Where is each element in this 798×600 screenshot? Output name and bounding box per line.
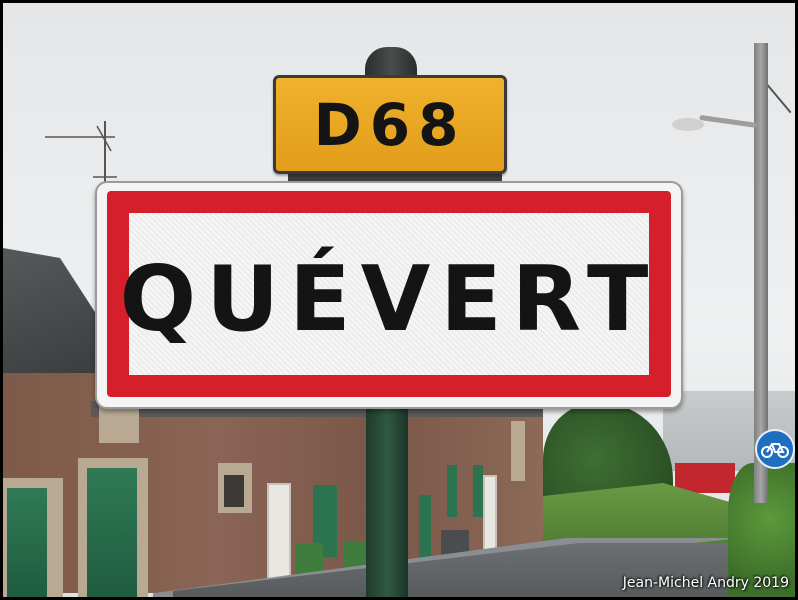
green-shutter	[419, 495, 431, 557]
cycle-route-sign	[755, 429, 795, 469]
street-lamp	[672, 118, 704, 131]
town-sign-border: QUÉVERT	[107, 191, 671, 397]
photo-scene: D68 QUÉVERT Jean-Michel Andry 2019	[3, 3, 795, 597]
window	[224, 475, 244, 507]
red-building	[675, 463, 735, 493]
photo-credit: Jean-Michel Andry 2019	[622, 575, 789, 591]
bicycle-icon	[761, 443, 789, 458]
green-garage-door	[87, 468, 137, 597]
white-door	[267, 483, 291, 587]
upper-window	[511, 421, 525, 481]
town-entry-sign: QUÉVERT	[95, 181, 683, 409]
green-shutter	[473, 465, 483, 517]
slate-roof	[3, 248, 98, 373]
green-door	[7, 488, 47, 597]
green-shutter	[447, 465, 457, 517]
route-number: D68	[313, 90, 467, 159]
sign-post	[366, 403, 408, 597]
power-wire	[764, 81, 792, 114]
town-name: QUÉVERT	[119, 246, 659, 352]
lamp-arm	[699, 114, 758, 128]
route-number-sign: D68	[273, 75, 507, 174]
